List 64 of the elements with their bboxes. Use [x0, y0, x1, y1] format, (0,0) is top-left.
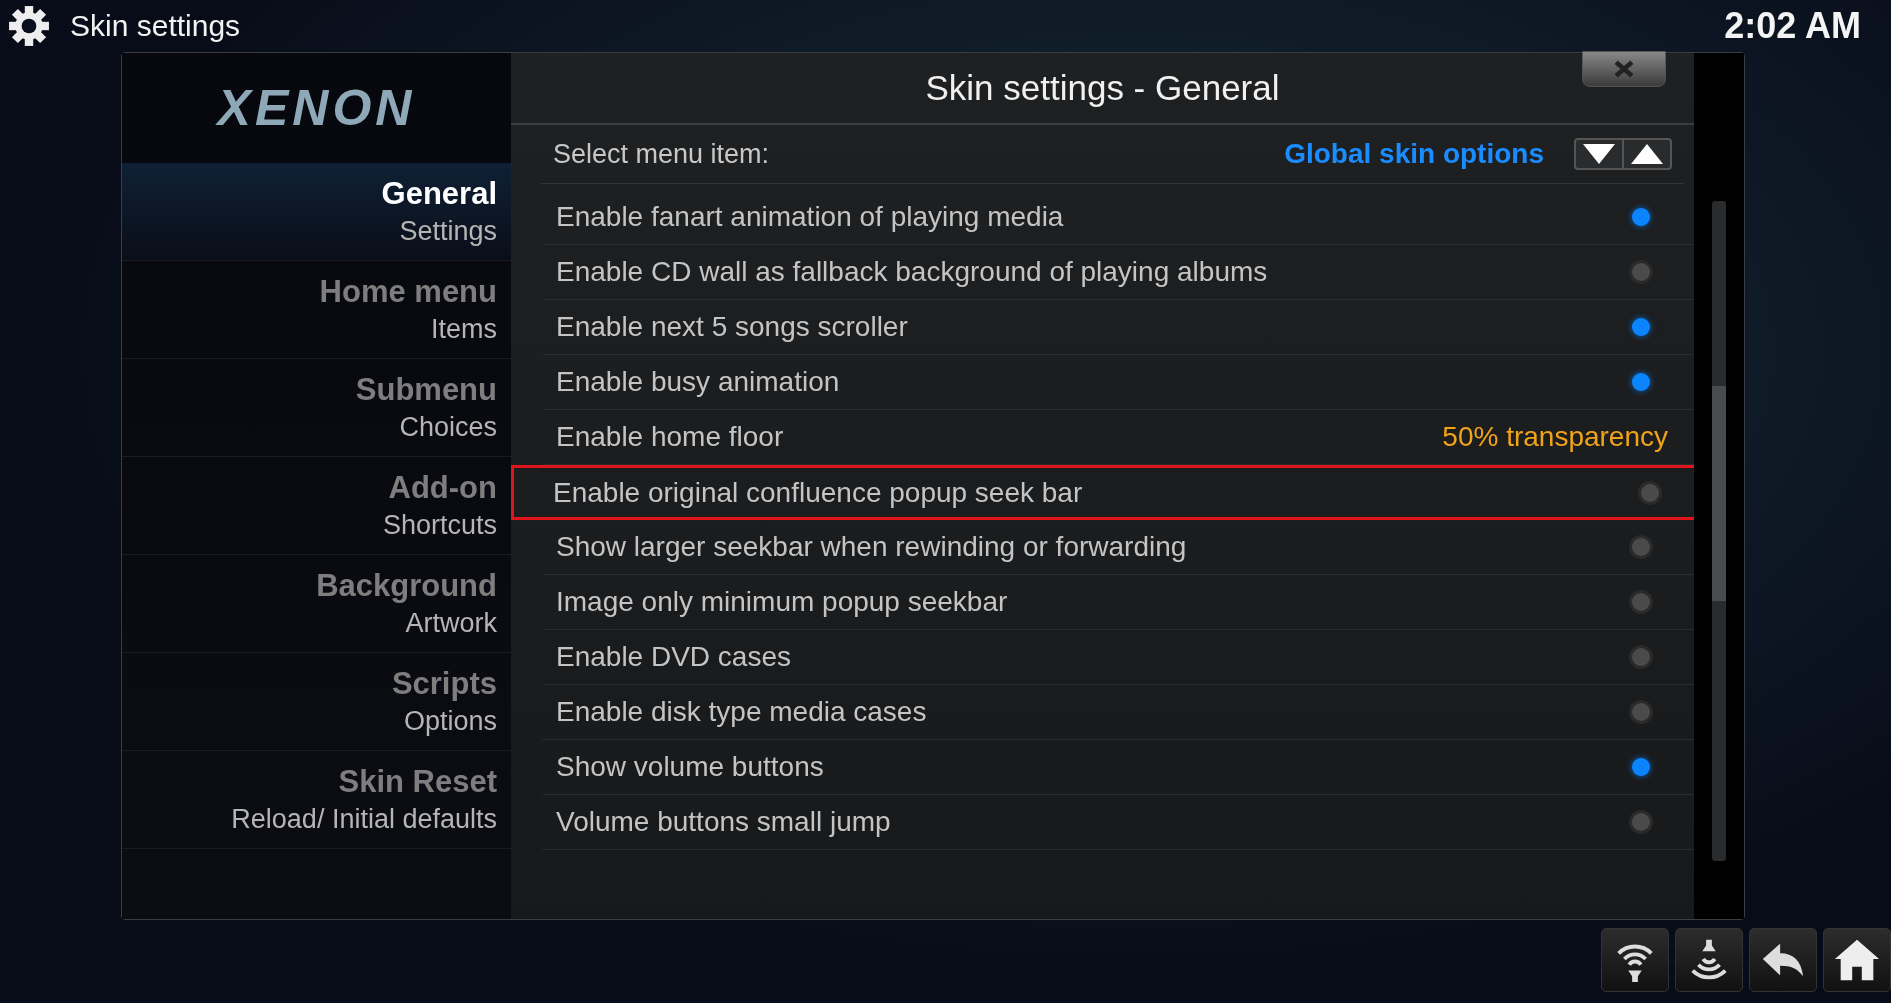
setting-label: Volume buttons small jump — [556, 806, 891, 838]
setting-label: Image only minimum popup seekbar — [556, 586, 1008, 618]
setting-row[interactable]: Enable CD wall as fallback background of playing albums — [541, 245, 1694, 300]
setting-row[interactable]: Show larger seekbar when rewinding or forwarding — [541, 520, 1694, 575]
settings-icon — [8, 5, 50, 47]
radio-indicator[interactable] — [1632, 208, 1650, 226]
radio-indicator[interactable] — [1632, 758, 1650, 776]
setting-label: Enable next 5 songs scroller — [556, 311, 908, 343]
radio-indicator[interactable] — [1632, 318, 1650, 336]
radio-indicator[interactable] — [1632, 538, 1650, 556]
sidebar-item-title: Submenu — [355, 372, 497, 408]
setting-label: Enable original confluence popup seek bar — [553, 476, 1083, 509]
sidebar-item[interactable]: Add-on Shortcuts — [122, 457, 511, 555]
sidebar-item-subtitle: Artwork — [405, 608, 497, 639]
sidebar-item-subtitle: Items — [431, 314, 497, 345]
setting-label: Show larger seekbar when rewinding or forwarding — [556, 531, 1187, 563]
scrollbar[interactable] — [1712, 201, 1726, 861]
sidebar-item-title: Home menu — [319, 274, 497, 310]
sidebar-item-subtitle: Shortcuts — [382, 510, 497, 541]
sidebar-item-title: Add-on — [388, 470, 497, 506]
setting-row[interactable]: Enable fanart animation of playing media — [541, 190, 1694, 245]
setting-row[interactable]: Enable busy animation — [541, 355, 1694, 410]
setting-label: Enable CD wall as fallback background of playing albums — [556, 256, 1268, 288]
sidebar-item-title: General — [381, 176, 497, 212]
sidebar-item-subtitle: Choices — [399, 412, 497, 443]
sidebar-item-title: Scripts — [391, 666, 497, 702]
radio-indicator[interactable] — [1632, 263, 1650, 281]
back-button[interactable] — [1749, 928, 1817, 992]
select-value[interactable]: Global skin options — [1284, 138, 1544, 170]
close-button[interactable] — [1582, 51, 1666, 87]
sound-button[interactable] — [1601, 928, 1669, 992]
sidebar-item-subtitle: Reload/ Initial defaults — [231, 804, 497, 835]
setting-row[interactable]: Volume buttons small jump — [541, 795, 1694, 850]
radio-indicator[interactable] — [1632, 703, 1650, 721]
setting-row[interactable]: Enable DVD cases — [541, 630, 1694, 685]
setting-label: Show volume buttons — [556, 751, 824, 783]
setting-label: Enable busy animation — [556, 366, 840, 398]
close-icon — [1612, 60, 1636, 78]
sidebar-item-subtitle: Settings — [399, 216, 497, 247]
radio-indicator[interactable] — [1632, 593, 1650, 611]
sidebar-item[interactable]: General Settings — [122, 163, 511, 261]
setting-label: Enable home floor — [556, 421, 784, 453]
select-label: Select menu item: — [553, 138, 770, 170]
setting-label: Enable fanart animation of playing media — [556, 201, 1064, 233]
setting-value: 50% transparency — [1442, 421, 1668, 453]
skin-logo: XENON — [214, 79, 417, 138]
radio-indicator[interactable] — [1641, 483, 1659, 502]
setting-row[interactable]: Image only minimum popup seekbar — [541, 575, 1694, 630]
setting-row[interactable]: Enable next 5 songs scroller — [541, 300, 1694, 355]
setting-row[interactable]: Show volume buttons — [541, 740, 1694, 795]
sound-button[interactable] — [1675, 928, 1743, 992]
radio-indicator[interactable] — [1632, 373, 1650, 391]
setting-label: Enable disk type media cases — [556, 696, 927, 728]
setting-row[interactable]: Enable disk type media cases — [541, 685, 1694, 740]
clock: 2:02 AM — [1724, 5, 1861, 47]
sidebar-item-title: Background — [316, 568, 497, 604]
setting-label: Enable DVD cases — [556, 641, 791, 673]
sidebar-item-subtitle: Options — [403, 706, 497, 737]
radio-indicator[interactable] — [1632, 813, 1650, 831]
radio-indicator[interactable] — [1632, 648, 1650, 666]
sidebar-item-title: Skin Reset — [338, 764, 497, 800]
page-title: Skin settings — [70, 9, 241, 43]
home-button[interactable] — [1823, 928, 1891, 992]
setting-row[interactable]: Enable home floor 50% transparency — [541, 410, 1694, 465]
